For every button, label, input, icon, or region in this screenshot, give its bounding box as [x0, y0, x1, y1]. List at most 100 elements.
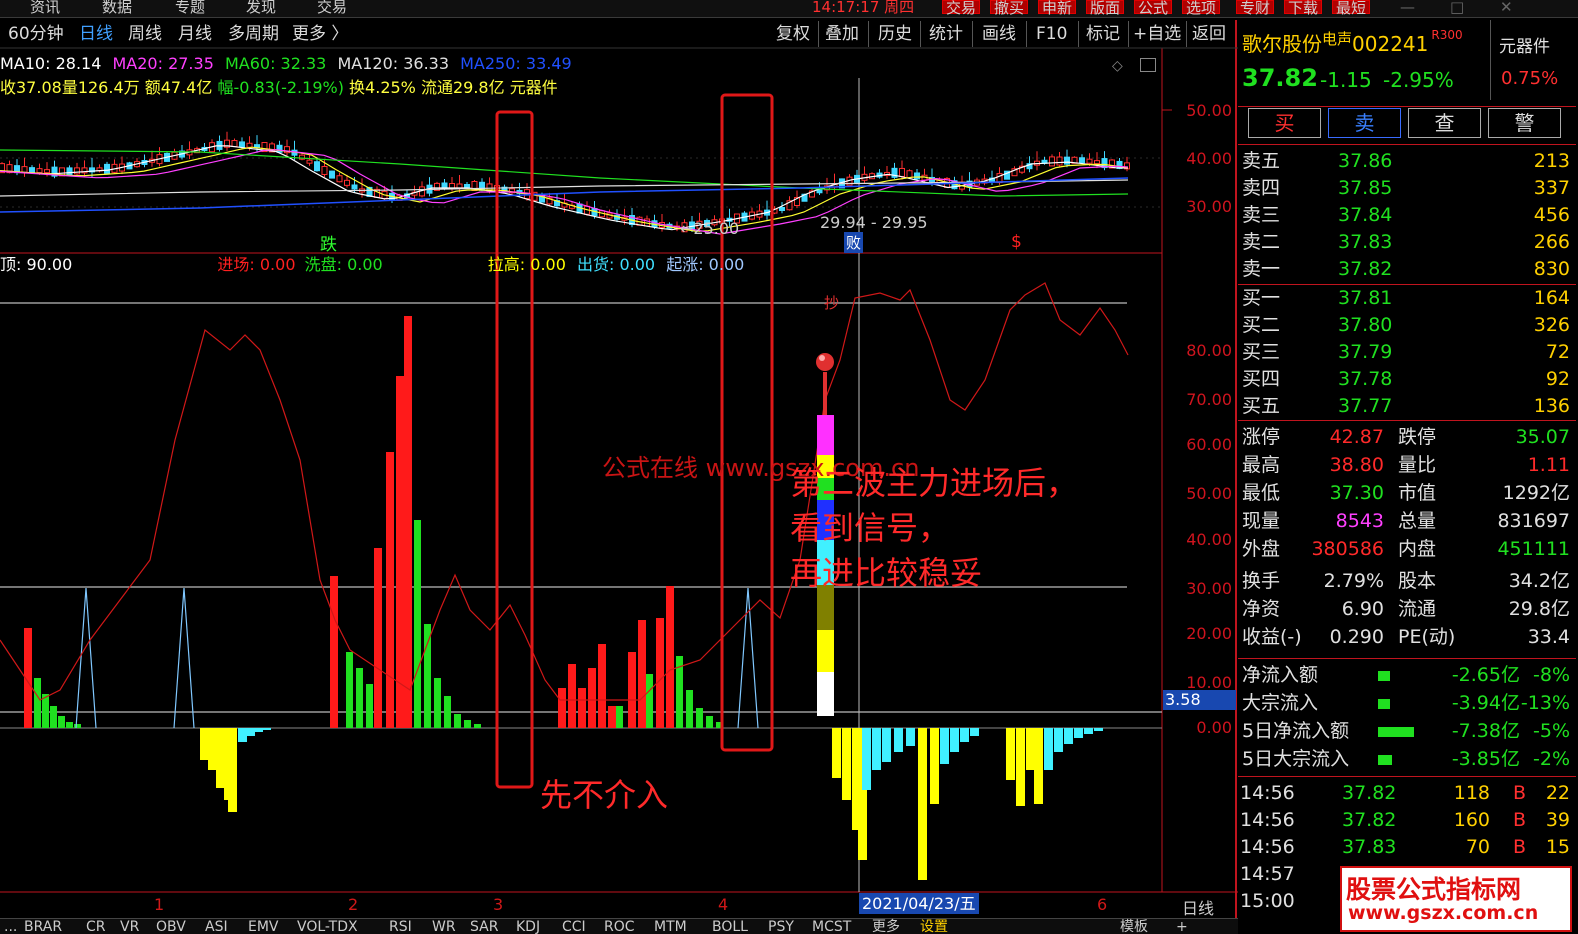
- ask-row[interactable]: 卖二 37.83 266: [1238, 229, 1570, 256]
- ind-label-20: 20.00: [1186, 624, 1232, 643]
- tab-vr[interactable]: VR: [120, 919, 139, 934]
- tab-cci[interactable]: CCI: [562, 919, 586, 934]
- ind-wash: 洗盘: 0.00: [304, 255, 383, 274]
- color-segment: [823, 372, 827, 415]
- ind-label-0: 0.00: [1196, 718, 1232, 737]
- bar-entry: [608, 706, 616, 728]
- stat-label: 总量: [1398, 510, 1437, 532]
- tab-more-left[interactable]: ...: [4, 919, 17, 934]
- tick-price: 37.82: [1342, 809, 1397, 831]
- flow-pct: -2%: [1533, 748, 1570, 770]
- tab-add[interactable]: +: [1176, 919, 1188, 934]
- candle-body: [914, 172, 920, 180]
- sector-ratio: 0.75%: [1501, 68, 1559, 89]
- tick-time: 14:57: [1240, 863, 1295, 885]
- tab-more[interactable]: 更多: [872, 919, 900, 934]
- bid-row[interactable]: 买五 37.77 136: [1238, 393, 1570, 420]
- flow-bar: [1378, 671, 1390, 681]
- price-label-30: 30.00: [1186, 197, 1232, 216]
- stat-label: 股本: [1398, 570, 1437, 592]
- tab-rsi[interactable]: RSI: [389, 919, 412, 934]
- level-label: 卖五: [1242, 150, 1281, 172]
- ask-row[interactable]: 卖三 37.84 456: [1238, 202, 1570, 229]
- top-btn-finance[interactable]: 专财: [1236, 0, 1275, 16]
- candle-body: [66, 167, 73, 176]
- spike-rise: [173, 587, 195, 729]
- tab-brar[interactable]: BRAR: [24, 919, 62, 934]
- stat-label: 现量: [1242, 510, 1281, 532]
- bid-row[interactable]: 买三 37.79 72: [1238, 339, 1570, 366]
- tab-settings[interactable]: 设置: [920, 919, 948, 934]
- tick-side: B: [1512, 782, 1526, 804]
- tab-boll[interactable]: BOLL: [712, 919, 748, 934]
- stock-tag: 电声: [1322, 30, 1353, 48]
- crosshair-date: 2021/04/23/五: [859, 893, 979, 914]
- ind-enter: 进场: 0.00: [217, 255, 296, 274]
- tab-sar[interactable]: SAR: [470, 919, 498, 934]
- bar-entry: [656, 618, 664, 728]
- bar-entry: [578, 688, 586, 728]
- bid-row[interactable]: 买四 37.78 92: [1238, 366, 1570, 393]
- close-icon[interactable]: ✕: [1500, 0, 1513, 15]
- flow-bar: [1378, 727, 1414, 737]
- tab-obv[interactable]: OBV: [156, 919, 186, 934]
- buy-button[interactable]: 买: [1248, 108, 1321, 138]
- tab-emv[interactable]: EMV: [248, 919, 279, 934]
- candle-body: [321, 165, 328, 175]
- price-pct: -2.95%: [1383, 68, 1454, 92]
- bar-ship: [862, 728, 871, 790]
- tick-time: 14:56: [1240, 836, 1295, 858]
- query-button[interactable]: 查: [1408, 108, 1481, 138]
- minimize-icon[interactable]: —: [1400, 0, 1415, 15]
- level-price: 37.86: [1338, 150, 1393, 172]
- ask-row[interactable]: 卖四 37.85 337: [1238, 175, 1570, 202]
- top-btn-shortest[interactable]: 最短: [1332, 0, 1371, 16]
- tab-asi[interactable]: ASI: [205, 919, 228, 934]
- bar-wash: [34, 678, 41, 728]
- bid-row[interactable]: 买一 37.81 164: [1238, 285, 1570, 312]
- bar-wash: [346, 652, 353, 728]
- tab-template[interactable]: 模板: [1120, 919, 1148, 934]
- tab-mcst[interactable]: MCST: [812, 919, 851, 934]
- tab-roc[interactable]: ROC: [604, 919, 635, 934]
- alert-button[interactable]: 警: [1488, 108, 1561, 138]
- note-no-entry: 先不介入: [540, 776, 669, 814]
- bar-entry: [598, 644, 606, 728]
- candle-body: [1086, 158, 1093, 164]
- bar-ship: [940, 728, 949, 764]
- stat-label: 最低: [1242, 482, 1281, 504]
- tab-kdj[interactable]: KDJ: [516, 919, 540, 934]
- bar-pull: [842, 728, 851, 800]
- bar-wash: [444, 696, 451, 728]
- tab-psy[interactable]: PSY: [768, 919, 794, 934]
- bid-row[interactable]: 买二 37.80 326: [1238, 312, 1570, 339]
- stat-label: 涨停: [1242, 426, 1281, 448]
- flow-pct: -13%: [1520, 692, 1570, 714]
- top-btn-download[interactable]: 下载: [1284, 0, 1323, 16]
- tab-wr[interactable]: WR: [432, 919, 456, 934]
- bar-wash: [74, 724, 81, 728]
- stat-value: 380586: [1311, 538, 1384, 560]
- tab-mtm[interactable]: MTM: [654, 919, 687, 934]
- bar-entry: [628, 652, 636, 728]
- ask-row[interactable]: 卖五 37.86 213: [1238, 148, 1570, 175]
- bar-ship: [1074, 728, 1083, 738]
- note-line-2: 看到信号，: [790, 509, 951, 547]
- tab-vol-tdx[interactable]: VOL-TDX: [297, 919, 358, 934]
- tick-time: 15:00: [1240, 890, 1295, 912]
- ind-label-80: 80.00: [1186, 341, 1232, 360]
- flow-value: -2.65亿: [1451, 664, 1520, 686]
- ind-label-60: 60.00: [1186, 435, 1232, 454]
- tab-cr[interactable]: CR: [86, 919, 106, 934]
- ask-row[interactable]: 卖一 37.82 830: [1238, 256, 1570, 283]
- range-label: 29.94 - 29.95: [820, 213, 928, 232]
- restore-icon[interactable]: □: [1450, 0, 1464, 15]
- sell-button[interactable]: 卖: [1328, 108, 1401, 138]
- candle-body: [464, 184, 470, 188]
- bar-pull: [200, 728, 209, 760]
- bar-ship: [254, 728, 263, 732]
- stat-value: 38.80: [1329, 454, 1384, 476]
- bar-wash: [424, 624, 431, 728]
- bar-entry: [588, 668, 596, 728]
- bar-entry: [386, 452, 394, 728]
